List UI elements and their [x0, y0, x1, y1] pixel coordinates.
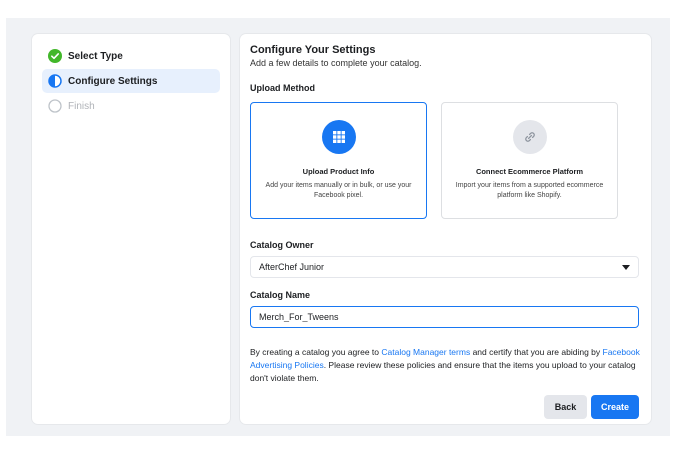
- step-select-type[interactable]: Select Type: [42, 44, 220, 68]
- catalog-owner-label: Catalog Owner: [250, 240, 314, 250]
- step-label: Finish: [68, 100, 95, 112]
- card-title: Upload Product Info: [302, 167, 375, 176]
- catalog-manager-terms-link[interactable]: Catalog Manager terms: [381, 347, 470, 357]
- step-label: Select Type: [68, 50, 123, 62]
- caret-down-icon: [622, 265, 630, 270]
- catalog-owner-select[interactable]: AfterChef Junior: [250, 256, 639, 278]
- step-configure-settings[interactable]: Configure Settings: [42, 69, 220, 93]
- create-button[interactable]: Create: [591, 395, 639, 419]
- page-subtitle: Add a few details to complete your catal…: [250, 58, 422, 68]
- upload-method-label: Upload Method: [250, 83, 315, 93]
- step-label: Configure Settings: [68, 75, 158, 87]
- card-description: Import your items from a supported ecomm…: [455, 182, 604, 199]
- consent-text-part: By creating a catalog you agree to: [250, 347, 382, 357]
- connect-ecommerce-card[interactable]: Connect Ecommerce Platform Import your i…: [441, 102, 618, 219]
- page-title: Configure Your Settings: [250, 44, 376, 56]
- upload-product-info-card[interactable]: Upload Product Info Add your items manua…: [250, 102, 427, 219]
- link-icon: [513, 120, 547, 154]
- catalog-name-label: Catalog Name: [250, 290, 311, 300]
- steps-panel: Select Type Configure Settings Finish: [32, 34, 230, 424]
- empty-circle-icon: [48, 99, 62, 113]
- step-finish[interactable]: Finish: [42, 94, 220, 118]
- check-circle-icon: [48, 49, 62, 63]
- catalog-owner-value: AfterChef Junior: [259, 262, 325, 272]
- grid-icon: [322, 120, 356, 154]
- half-circle-progress-icon: [48, 74, 62, 88]
- settings-panel: Configure Your Settings Add a few detail…: [240, 34, 651, 424]
- card-description: Add your items manually or in bulk, or u…: [265, 182, 412, 199]
- consent-text-part: and certify that you are abiding by: [470, 347, 603, 357]
- consent-text: By creating a catalog you agree to Catal…: [250, 346, 645, 385]
- catalog-name-input[interactable]: [250, 306, 639, 328]
- card-title: Connect Ecommerce Platform: [475, 167, 584, 176]
- back-button[interactable]: Back: [544, 395, 587, 419]
